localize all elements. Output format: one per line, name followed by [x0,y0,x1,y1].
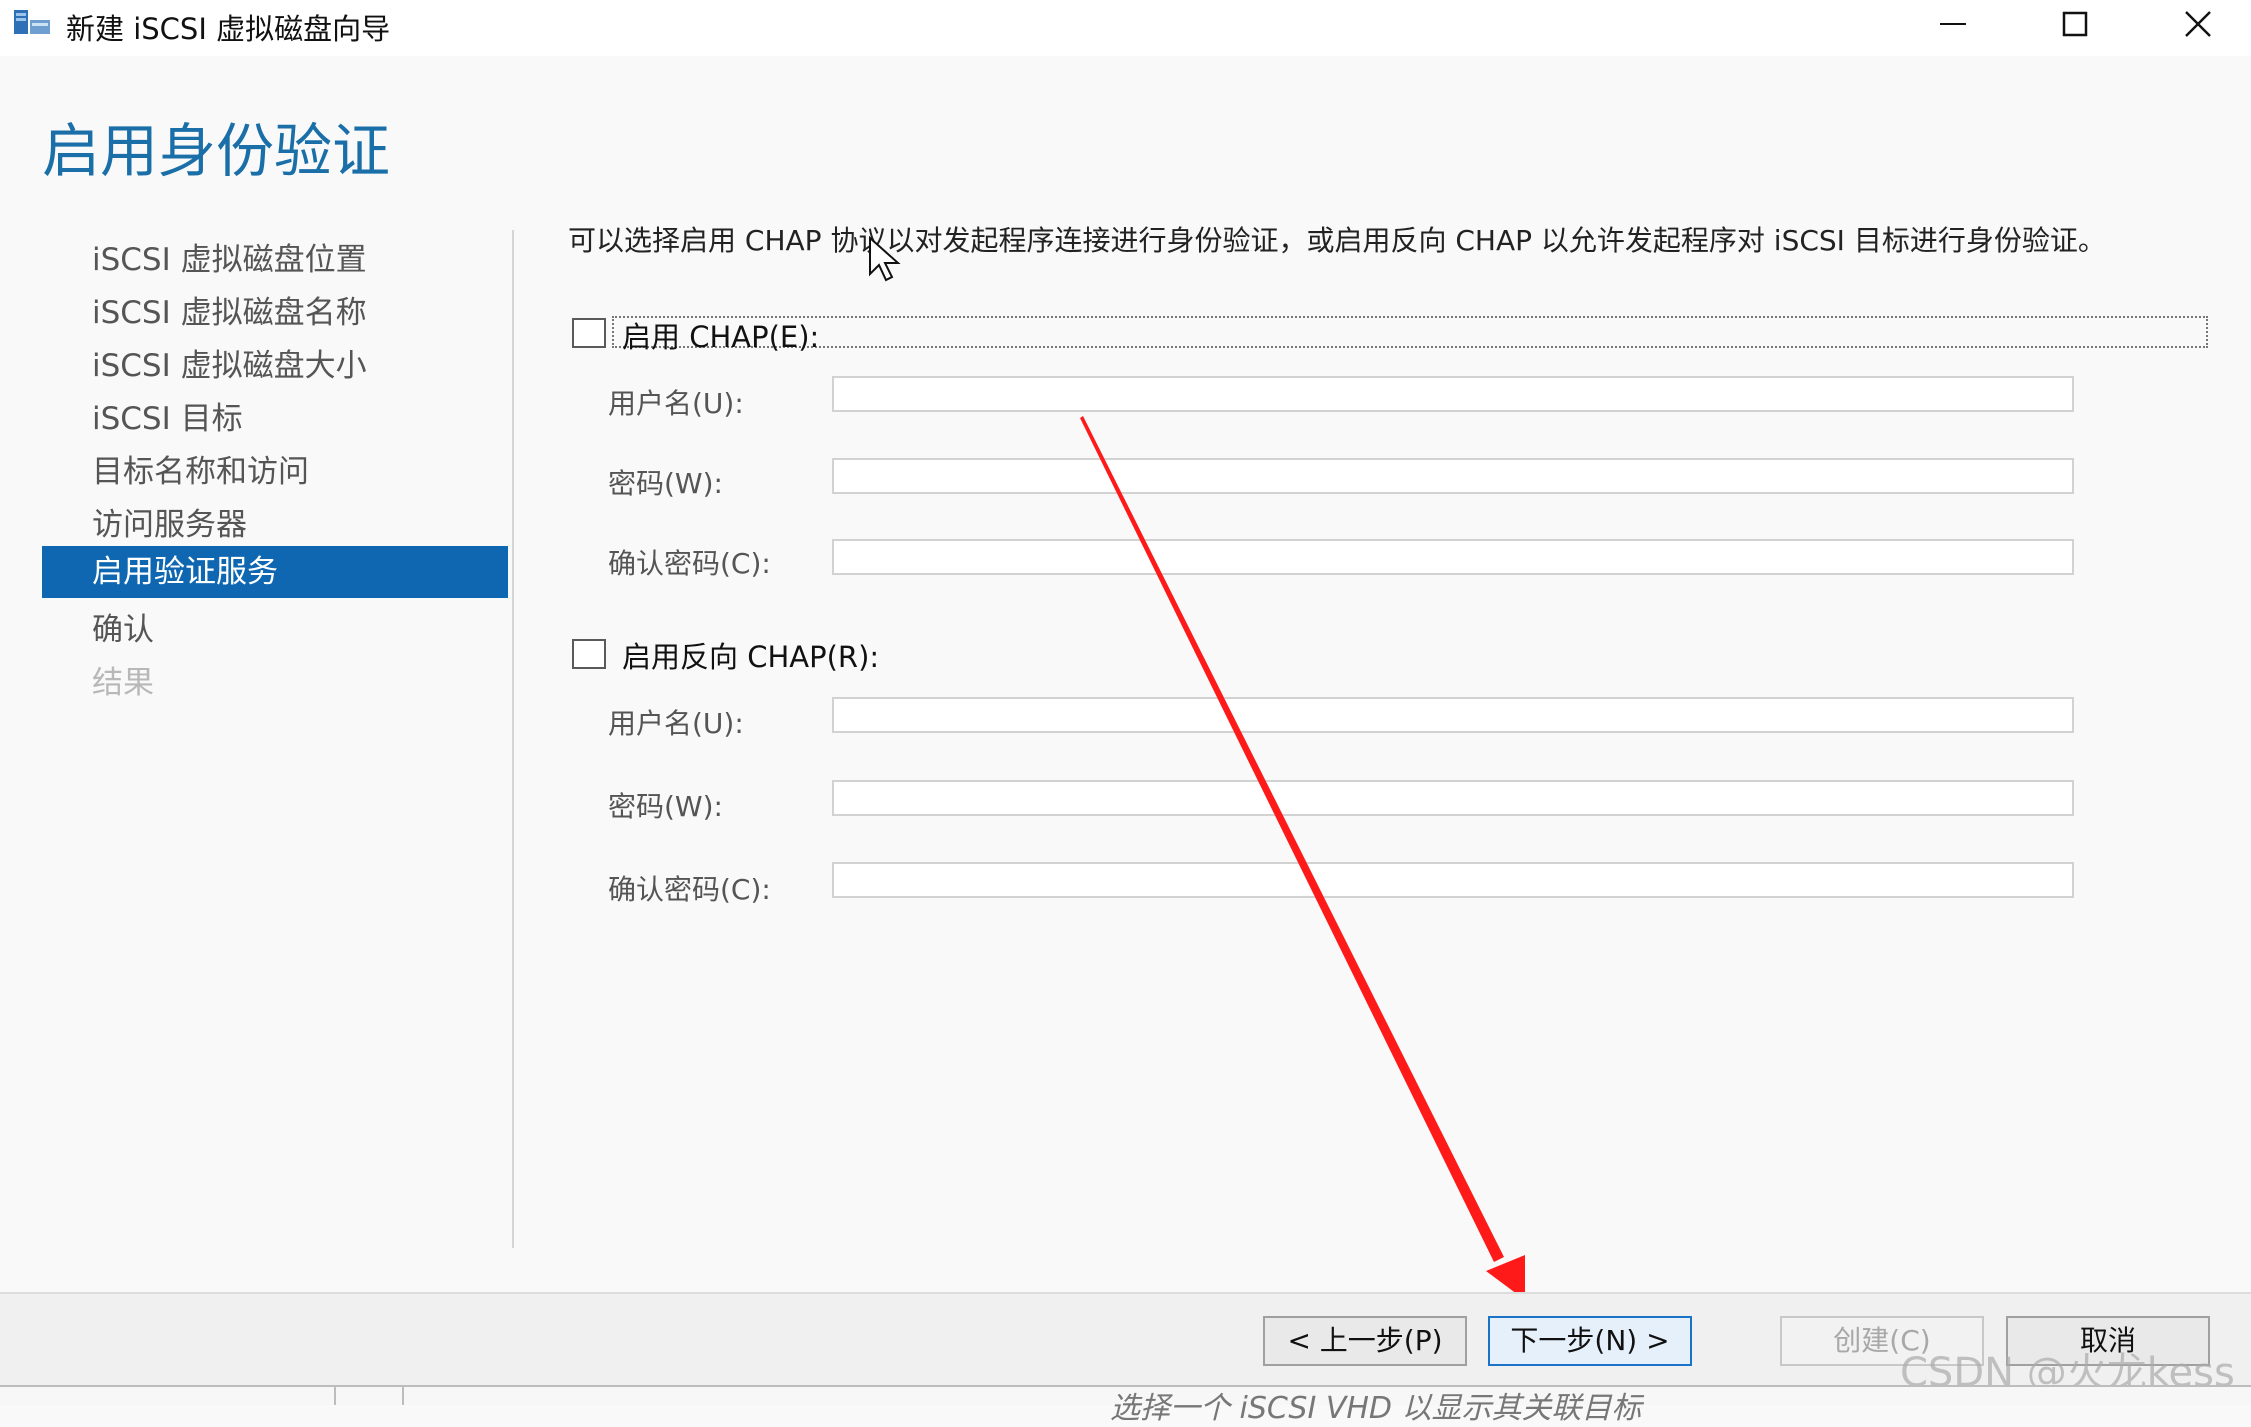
nav-item-iscsi-target[interactable]: iSCSI 目标 [42,393,508,445]
nav-item-access-servers[interactable]: 访问服务器 [42,499,508,551]
app-icon [12,6,52,38]
nav-item-enable-auth[interactable]: 启用验证服务 [42,546,508,598]
window-title: 新建 iSCSI 虚拟磁盘向导 [66,12,391,46]
reverse-chap-password-input[interactable] [832,780,2074,816]
background-strip-divider [402,1385,404,1405]
page-title: 启用身份验证 [42,117,391,185]
nav-item-confirm[interactable]: 确认 [42,604,508,656]
nav-item-vdisk-location[interactable]: iSCSI 虚拟磁盘位置 [42,234,508,286]
previous-button[interactable]: < 上一步(P) [1263,1316,1467,1366]
nav-item-vdisk-size[interactable]: iSCSI 虚拟磁盘大小 [42,340,508,392]
chap-password-label: 密码(W): [608,467,723,500]
chap-focus-rect [612,316,2208,348]
chap-confirm-password-input[interactable] [832,539,2074,575]
next-button[interactable]: 下一步(N) > [1488,1316,1692,1366]
close-button[interactable] [2137,0,2251,52]
reverse-chap-password-label: 密码(W): [608,790,723,823]
reverse-chap-confirm-password-label: 确认密码(C): [608,873,771,906]
enable-chap-label[interactable]: 启用 CHAP(E): [622,314,819,356]
enable-reverse-chap-label[interactable]: 启用反向 CHAP(R): [622,634,879,676]
chap-username-input[interactable] [832,376,2074,412]
chap-username-label: 用户名(U): [608,387,744,420]
close-icon [2183,9,2213,43]
minimize-icon [1938,9,1968,43]
chap-password-input[interactable] [832,458,2074,494]
minimize-button[interactable] [1892,0,2014,52]
chap-confirm-password-label: 确认密码(C): [608,547,771,580]
nav-divider [512,230,514,1248]
enable-reverse-chap-checkbox[interactable] [572,639,606,669]
background-strip-text: 选择一个 iSCSI VHD 以显示其关联目标 [1110,1391,1642,1426]
nav-item-vdisk-name[interactable]: iSCSI 虚拟磁盘名称 [42,287,508,339]
description-text: 可以选择启用 CHAP 协议以对发起程序连接进行身份验证，或启用反向 CHAP … [568,224,2106,257]
mouse-cursor-icon [868,235,904,286]
reverse-chap-username-label: 用户名(U): [608,707,744,740]
nav-item-results: 结果 [92,665,154,701]
reverse-chap-confirm-password-input[interactable] [832,862,2074,898]
background-strip-divider [334,1385,336,1405]
maximize-icon [2060,9,2090,43]
maximize-button[interactable] [2014,0,2136,52]
enable-chap-checkbox[interactable] [572,318,606,348]
reverse-chap-username-input[interactable] [832,697,2074,733]
nav-item-target-name-access[interactable]: 目标名称和访问 [42,446,508,498]
